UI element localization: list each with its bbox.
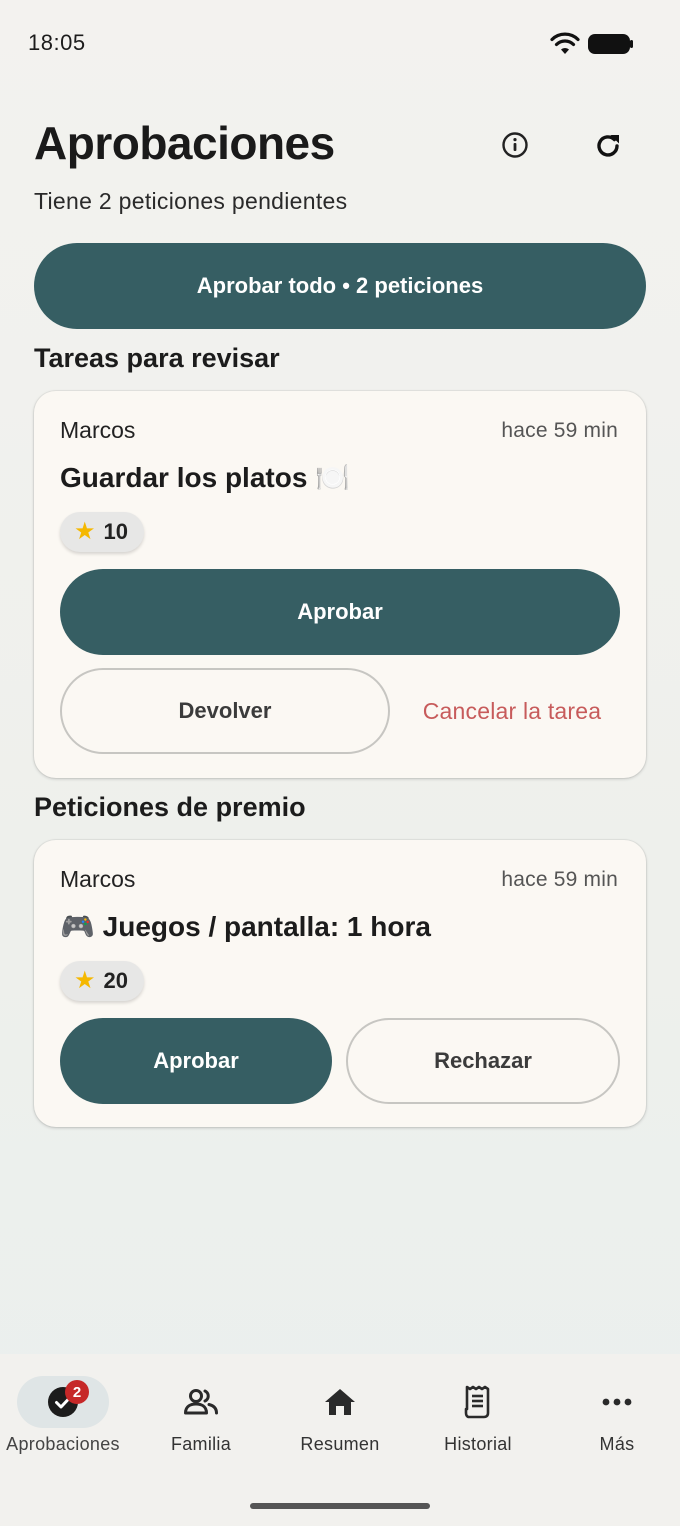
info-button[interactable] xyxy=(494,124,536,166)
notification-badge: 2 xyxy=(65,1380,89,1404)
cancel-task-button[interactable]: Cancelar la tarea xyxy=(406,668,618,754)
nav-label: Aprobaciones xyxy=(6,1434,120,1454)
star-icon: ★ xyxy=(74,967,96,994)
reject-reward-button[interactable]: Rechazar xyxy=(346,1018,620,1104)
page-title: Aprobaciones xyxy=(34,117,335,169)
task-title: Guardar los platos 🍽️ xyxy=(60,462,351,493)
more-icon xyxy=(602,1398,632,1406)
task-card: Marcos hace 59 min Guardar los platos 🍽️… xyxy=(34,391,646,778)
reward-title: 🎮 Juegos / pantalla: 1 hora xyxy=(60,911,431,942)
status-time: 18:05 xyxy=(28,30,86,55)
nav-item-summary[interactable]: Resumen xyxy=(272,1376,408,1476)
nav-item-family[interactable]: Familia xyxy=(133,1376,269,1476)
approve-all-button[interactable]: Aprobar todo • 2 peticiones xyxy=(34,243,646,329)
child-name: Marcos xyxy=(60,866,136,892)
points-chip: ★ 10 xyxy=(60,512,144,552)
points-chip: ★ 20 xyxy=(60,961,144,1001)
nav-label: Historial xyxy=(444,1434,512,1454)
request-time: hace 59 min xyxy=(501,419,618,442)
approve-reward-button[interactable]: Aprobar xyxy=(60,1018,332,1104)
home-indicator[interactable] xyxy=(250,1503,430,1509)
nav-label: Resumen xyxy=(300,1434,380,1454)
battery-icon xyxy=(588,34,633,54)
wifi-icon xyxy=(550,32,580,54)
home-icon xyxy=(325,1389,355,1415)
nav-item-history[interactable]: Historial xyxy=(410,1376,546,1476)
status-bar: 18:05 xyxy=(0,0,680,90)
approve-task-button[interactable]: Aprobar xyxy=(60,569,620,655)
refresh-button[interactable] xyxy=(586,124,630,168)
return-task-button[interactable]: Devolver xyxy=(60,668,390,754)
star-icon: ★ xyxy=(74,518,96,545)
child-name: Marcos xyxy=(60,417,136,443)
request-time: hace 59 min xyxy=(501,868,618,891)
nav-label: Familia xyxy=(170,1434,232,1454)
rewards-section-title: Peticiones de premio xyxy=(34,792,306,822)
points-value: 20 xyxy=(103,968,128,993)
nav-item-more[interactable]: Más xyxy=(549,1376,680,1476)
tasks-section-title: Tareas para revisar xyxy=(34,343,280,373)
refresh-icon xyxy=(597,135,619,157)
pending-subtitle: Tiene 2 peticiones pendientes xyxy=(34,188,348,214)
points-value: 10 xyxy=(103,519,128,544)
people-icon xyxy=(184,1389,218,1415)
receipt-icon xyxy=(464,1385,490,1419)
nav-item-approvals[interactable]: 2 Aprobaciones xyxy=(0,1376,131,1476)
nav-label: Más xyxy=(599,1434,635,1454)
bottom-navigation: 2 Aprobaciones Familia Resumen Historial… xyxy=(0,1354,680,1526)
reward-card: Marcos hace 59 min 🎮 Juegos / pantalla: … xyxy=(34,840,646,1127)
info-icon xyxy=(502,132,528,158)
